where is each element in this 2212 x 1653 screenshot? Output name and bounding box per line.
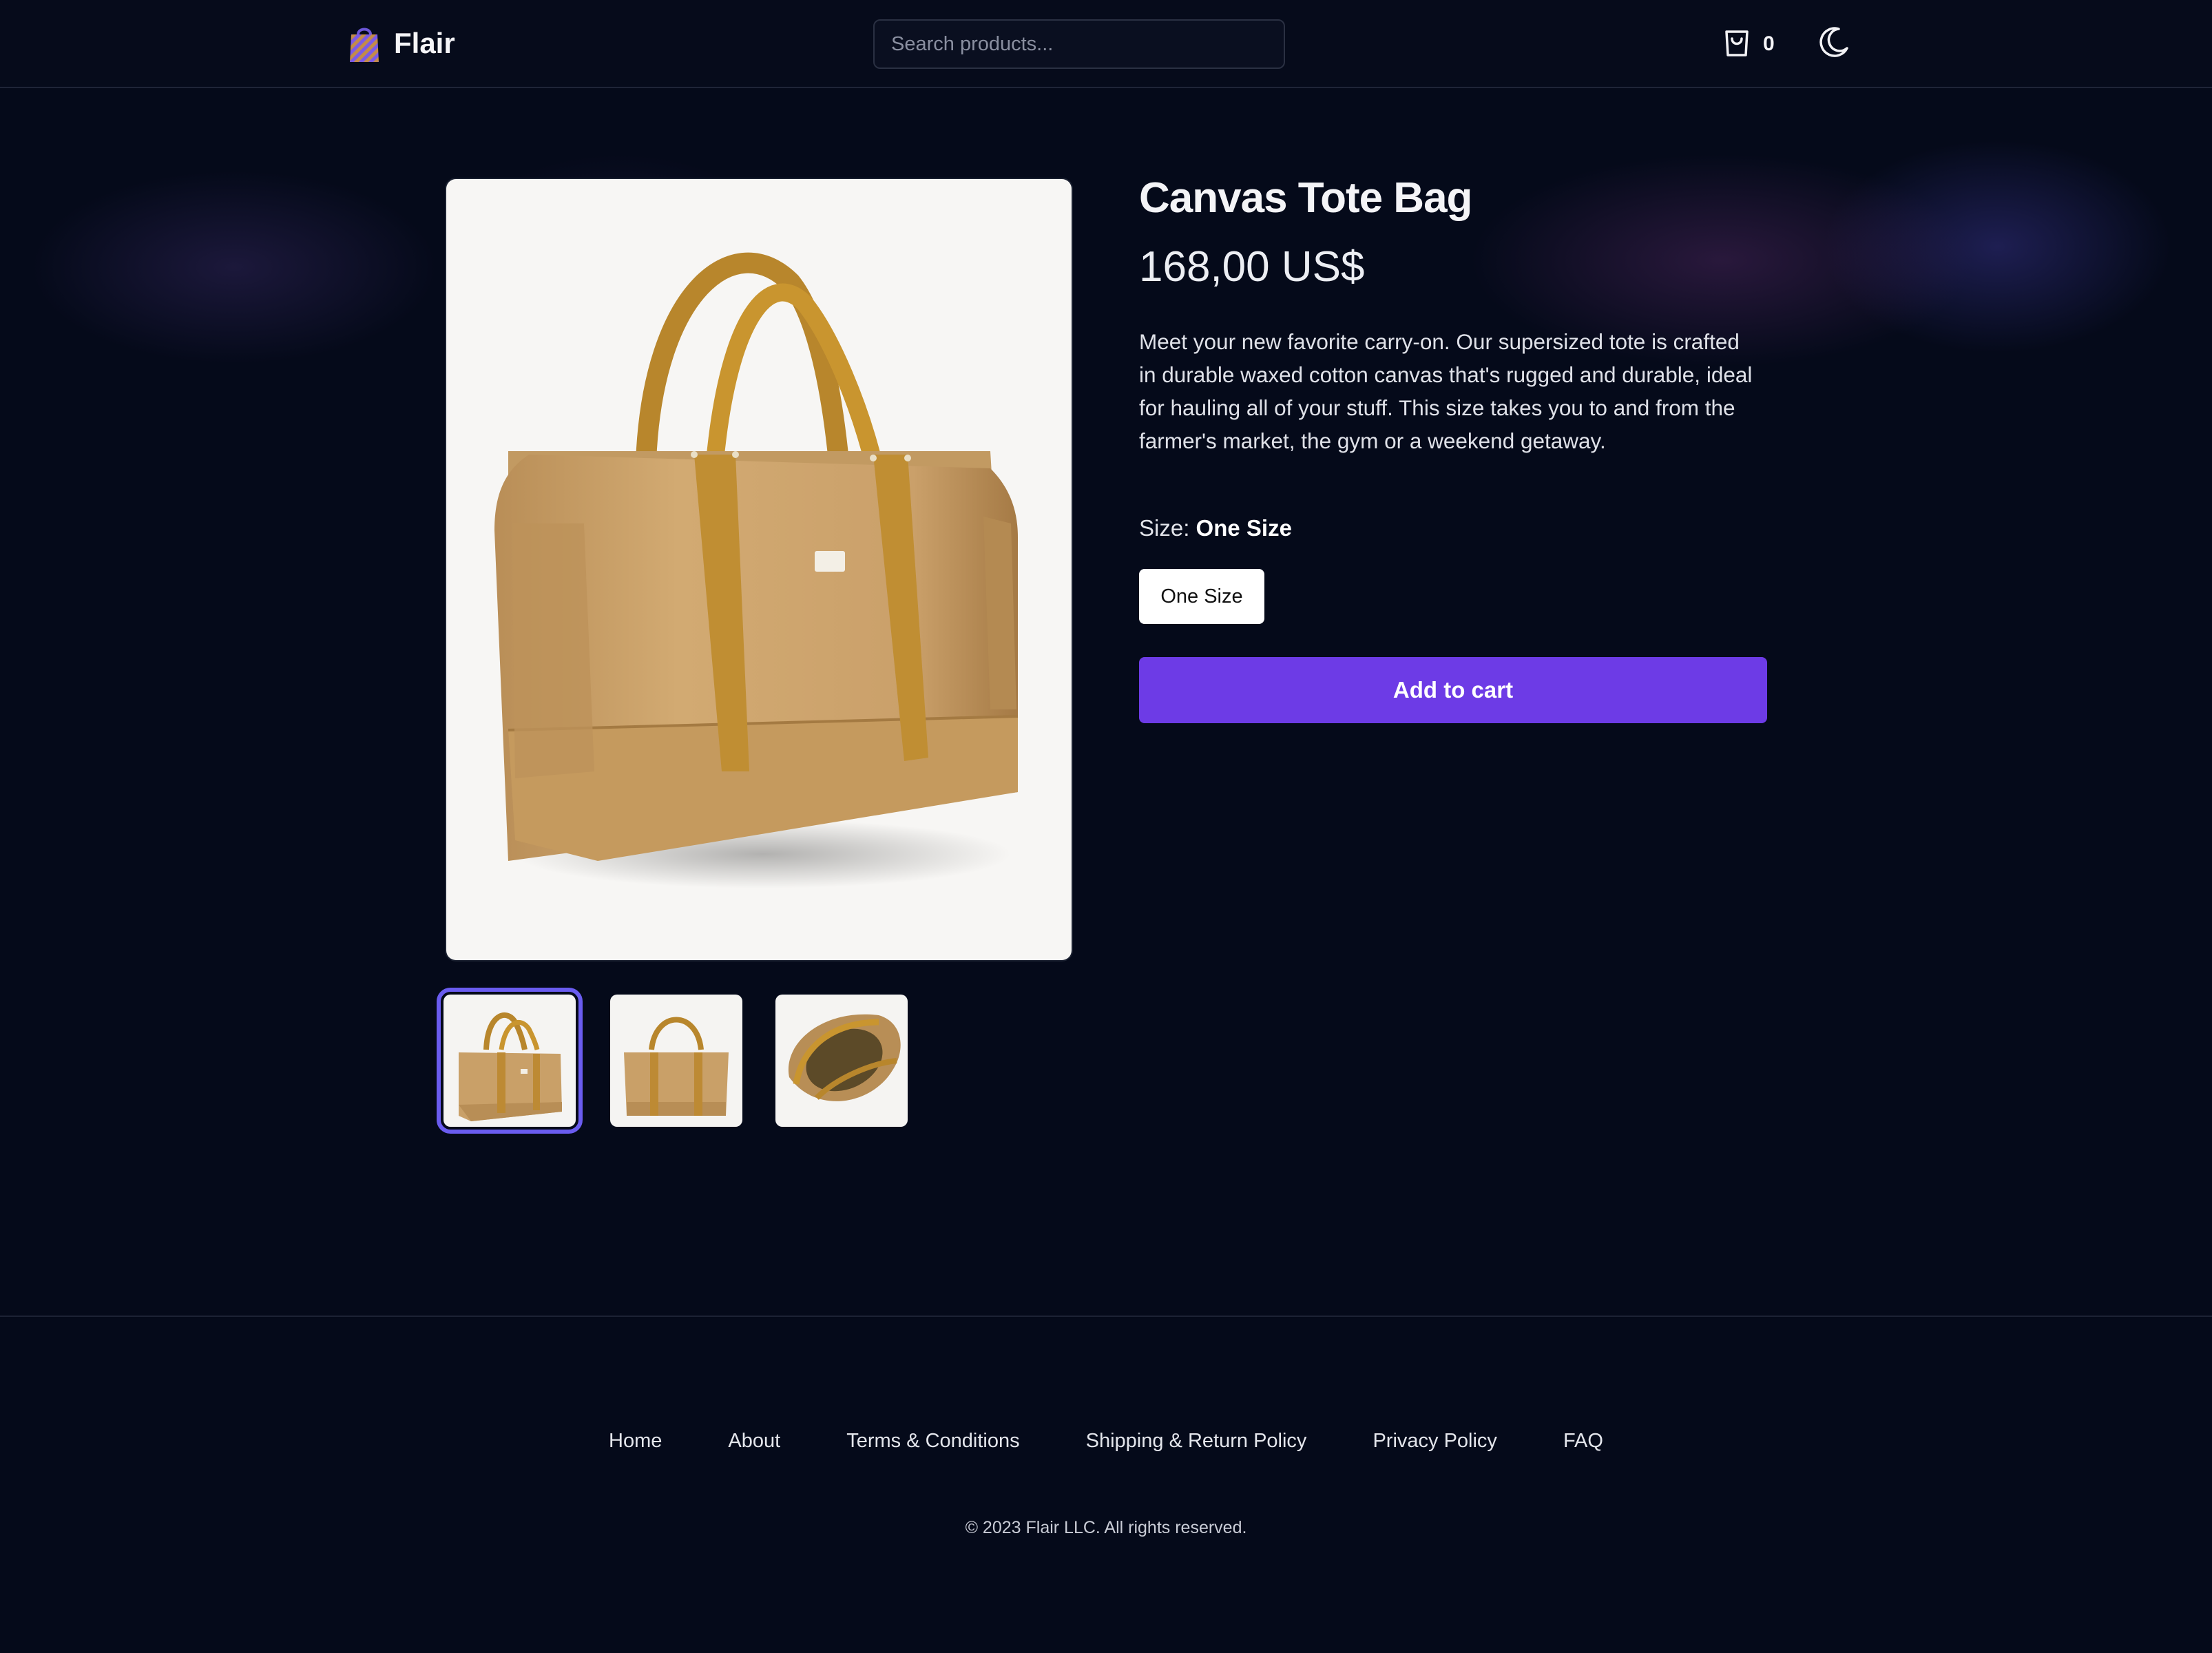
product-page: Flair 0 bbox=[0, 0, 2212, 1653]
footer-nav: Home About Terms & Conditions Shipping &… bbox=[0, 1430, 2212, 1453]
product-title: Canvas Tote Bag bbox=[1139, 174, 1472, 222]
cart-icon bbox=[1723, 28, 1751, 61]
add-to-cart-button[interactable]: Add to cart bbox=[1139, 657, 1767, 723]
copyright-text: © 2023 Flair LLC. All rights reserved. bbox=[965, 1518, 1247, 1537]
size-label: Size: One Size bbox=[1139, 515, 1292, 541]
footer-link-home[interactable]: Home bbox=[609, 1430, 662, 1453]
brand-logo-link[interactable]: Flair bbox=[348, 23, 455, 63]
moon-icon bbox=[1815, 27, 1851, 63]
footer-link-terms[interactable]: Terms & Conditions bbox=[846, 1430, 1019, 1453]
background-glow bbox=[0, 88, 2212, 446]
product-thumbnail[interactable] bbox=[775, 995, 908, 1127]
footer-link-shipping-returns[interactable]: Shipping & Return Policy bbox=[1086, 1430, 1307, 1453]
cart-count-badge: 0 bbox=[1763, 32, 1775, 55]
brand-name: Flair bbox=[394, 27, 455, 59]
product-description: Meet your new favorite carry-on. Our sup… bbox=[1139, 329, 1753, 453]
search-input[interactable] bbox=[873, 19, 1285, 69]
theme-toggle-button[interactable] bbox=[1815, 25, 1851, 61]
product-price: 168,00 US$ bbox=[1139, 243, 1365, 291]
footer-link-privacy[interactable]: Privacy Policy bbox=[1373, 1430, 1497, 1453]
site-header: Flair 0 bbox=[0, 0, 2212, 88]
product-thumbnail[interactable] bbox=[610, 995, 742, 1127]
selected-size: One Size bbox=[1196, 515, 1292, 541]
cart-button[interactable]: 0 bbox=[1723, 26, 1775, 62]
footer-link-about[interactable]: About bbox=[728, 1430, 780, 1453]
size-label-text: Size: bbox=[1139, 515, 1190, 541]
product-main-image bbox=[446, 179, 1072, 960]
product-thumbnail[interactable] bbox=[437, 988, 583, 1134]
shopping-bag-logo-icon bbox=[348, 23, 380, 63]
footer-link-faq[interactable]: FAQ bbox=[1563, 1430, 1603, 1453]
footer-divider bbox=[0, 1316, 2212, 1317]
size-option-one-size[interactable]: One Size bbox=[1139, 569, 1264, 624]
